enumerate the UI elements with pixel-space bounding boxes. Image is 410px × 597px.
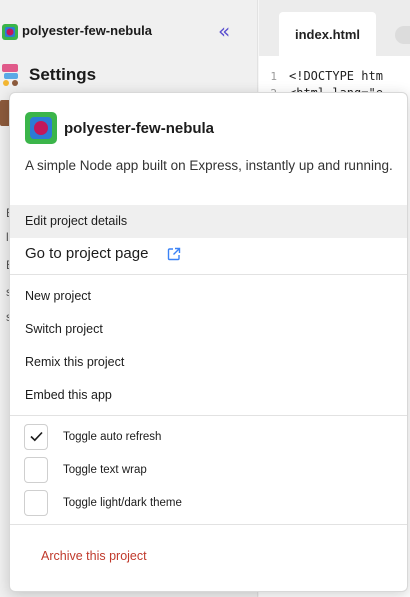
menu-item-label: Switch project xyxy=(25,322,103,336)
project-menu-popover: polyester-few-nebula A simple Node app b… xyxy=(9,92,408,592)
project-description: A simple Node app built on Express, inst… xyxy=(25,158,393,173)
go-to-project-page-item[interactable]: Go to project page xyxy=(10,238,407,271)
project-menu-header: polyester-few-nebula A simple Node app b… xyxy=(10,93,407,205)
line-number: 1 xyxy=(270,70,277,83)
switch-project-item[interactable]: Switch project xyxy=(10,313,407,346)
tab-toggle-icon[interactable] xyxy=(395,26,410,44)
theme-checkbox[interactable] xyxy=(24,490,48,516)
tab-index-html[interactable]: index.html xyxy=(279,12,376,56)
toggle-label: Toggle light/dark theme xyxy=(63,497,182,509)
toggle-auto-refresh[interactable]: Toggle auto refresh xyxy=(10,422,407,454)
external-link-icon xyxy=(167,247,181,261)
archive-label: Archive this project xyxy=(41,549,147,563)
text-wrap-checkbox[interactable] xyxy=(24,457,48,483)
menu-divider xyxy=(10,524,407,525)
menu-item-label: New project xyxy=(25,289,91,303)
project-logo-icon xyxy=(25,112,57,144)
toggle-light-dark-theme[interactable]: Toggle light/dark theme xyxy=(10,488,407,520)
edit-project-details-item[interactable]: Edit project details xyxy=(10,205,407,238)
menu-divider xyxy=(10,274,407,275)
code-line[interactable]: 1 <!DOCTYPE htm xyxy=(259,69,383,83)
menu-item-label: Edit project details xyxy=(25,214,128,228)
new-project-item[interactable]: New project xyxy=(10,280,407,313)
settings-title: Settings xyxy=(29,65,97,84)
menu-item-label: Remix this project xyxy=(25,355,125,369)
toggle-text-wrap[interactable]: Toggle text wrap xyxy=(10,455,407,487)
menu-item-label: Go to project page xyxy=(25,245,149,262)
toggle-label: Toggle text wrap xyxy=(63,464,147,476)
tab-label: index.html xyxy=(295,27,361,42)
menu-divider xyxy=(10,415,407,416)
checkmark-icon xyxy=(30,431,43,442)
embed-app-item[interactable]: Embed this app xyxy=(10,379,407,412)
toggle-label: Toggle auto refresh xyxy=(63,431,162,443)
menu-item-label: Embed this app xyxy=(25,388,112,402)
project-menu-title: polyester-few-nebula xyxy=(64,120,215,137)
code-text: <!DOCTYPE htm xyxy=(289,69,383,83)
settings-row[interactable]: Settings xyxy=(0,60,258,90)
collapse-sidebar-icon[interactable]: « xyxy=(218,21,238,42)
archive-project-button[interactable]: Archive this project xyxy=(10,541,407,573)
project-logo-icon xyxy=(2,24,18,40)
auto-refresh-checkbox[interactable] xyxy=(24,424,48,450)
project-name: polyester-few-nebula xyxy=(22,23,153,38)
remix-project-item[interactable]: Remix this project xyxy=(10,346,407,379)
settings-illustration-icon xyxy=(2,64,18,86)
tab-bar: index.html xyxy=(259,0,410,56)
